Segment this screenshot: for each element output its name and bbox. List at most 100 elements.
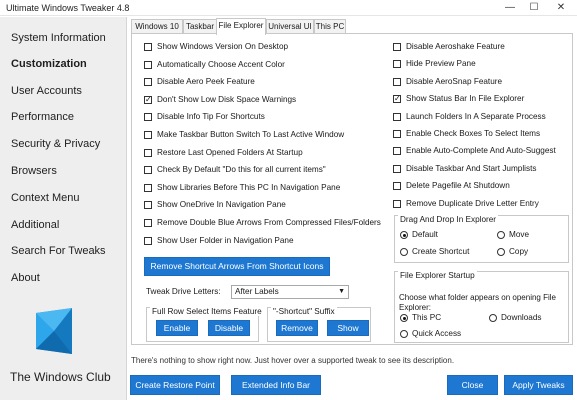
extended-info-bar-button[interactable]: Extended Info Bar (231, 375, 321, 395)
checkbox (144, 148, 152, 157)
remove-shortcut-arrows-button[interactable]: Remove Shortcut Arrows From Shortcut Ico… (144, 257, 330, 276)
checkbox (393, 164, 401, 173)
radio-label: Move (509, 230, 530, 239)
title-bar: Ultimate Windows Tweaker 4.8 — ☐ ✕ (0, 0, 577, 16)
radio-button (400, 248, 408, 256)
apply-tweaks-button[interactable]: Apply Tweaks (504, 375, 573, 395)
drag-drop-group-title: Drag And Drop In Explorer (398, 215, 499, 224)
checkbox (144, 95, 152, 105)
chevron-down-icon: ▼ (338, 288, 345, 295)
create-restore-point-button[interactable]: Create Restore Point (130, 375, 220, 395)
checkbox (393, 182, 401, 191)
radio-button (400, 330, 408, 338)
checkbox-label: Remove Duplicate Drive Letter Entry (406, 198, 539, 208)
checkbox (144, 219, 152, 227)
tab-file-explorer[interactable]: File Explorer (216, 18, 266, 35)
startup-description: Choose what folder appears on opening Fi… (399, 293, 556, 312)
sidebar-item-about[interactable]: About (11, 272, 40, 284)
minimize-button[interactable]: — (499, 0, 521, 16)
suffix-show-button[interactable]: Show (327, 320, 369, 336)
checkbox-label: Disable Taskbar And Start Jumplists (406, 163, 537, 173)
checkbox (144, 60, 152, 69)
checkbox (393, 94, 401, 104)
radio-label: Downloads (501, 313, 542, 322)
checkbox (144, 236, 152, 245)
suffix-remove-button[interactable]: Remove (276, 320, 318, 336)
checkbox-label: Disable Aero Peek Feature (157, 77, 255, 87)
checkbox (144, 43, 152, 51)
sidebar-item-performance[interactable]: Performance (11, 111, 74, 123)
drive-letters-select[interactable]: After Labels ▼ (231, 285, 349, 299)
radio-button (400, 231, 408, 239)
radio-label: Quick Access (412, 329, 462, 338)
checkbox (144, 183, 152, 192)
radio-label: Copy (509, 247, 529, 256)
checkbox-label: Show User Folder in Navigation Pane (157, 235, 294, 245)
checkbox-label: Delete Pagefile At Shutdown (406, 181, 510, 191)
checkbox-label: Launch Folders In A Separate Process (406, 111, 546, 121)
window-title: Ultimate Windows Tweaker 4.8 (6, 3, 130, 13)
radio-button (497, 231, 505, 239)
sidebar-item-security-privacy[interactable]: Security & Privacy (11, 138, 100, 150)
checkbox-label: Disable AeroSnap Feature (406, 76, 503, 86)
shortcut-suffix-group-title: "-Shortcut" Suffix (271, 307, 337, 316)
sidebar-item-user-accounts[interactable]: User Accounts (11, 85, 82, 97)
sidebar-item-browsers[interactable]: Browsers (11, 165, 57, 177)
radio-button (489, 314, 497, 322)
checkbox (393, 77, 401, 86)
checkbox (144, 166, 152, 175)
full-row-enable-button[interactable]: Enable (156, 320, 198, 336)
sidebar-item-system-information[interactable]: System Information (11, 32, 106, 44)
checkbox (144, 131, 152, 139)
info-bar-text: There's nothing to show right now. Just … (131, 356, 455, 365)
drive-letters-value: After Labels (235, 287, 279, 296)
radio-label: This PC (412, 313, 442, 322)
close-button[interactable]: Close (447, 375, 498, 395)
tab-universal-ui[interactable]: Universal UI (266, 19, 314, 34)
brand-name: The Windows Club (10, 370, 111, 384)
checkbox-label: Show OneDrive In Navigation Pane (157, 200, 286, 210)
checkbox-label: Show Windows Version On Desktop (157, 42, 289, 51)
tab-windows-10[interactable]: Windows 10 (131, 19, 183, 34)
checkbox (393, 60, 401, 69)
sidebar: System Information Customization User Ac… (0, 17, 127, 400)
radio-label: Create Shortcut (412, 247, 470, 256)
checkbox-label: Automatically Choose Accent Color (157, 59, 285, 69)
tab-taskbar[interactable]: Taskbar (183, 19, 217, 34)
radio-label: Default (412, 230, 438, 239)
checkbox (144, 201, 152, 210)
full-row-disable-button[interactable]: Disable (208, 320, 250, 336)
checkbox-label: Show Status Bar In File Explorer (406, 94, 525, 104)
sidebar-item-customization[interactable]: Customization (11, 58, 87, 70)
checkbox (393, 112, 401, 121)
checkbox-label: Show Libraries Before This PC In Navigat… (157, 182, 341, 192)
windows-logo-icon (36, 308, 72, 354)
checkbox-label: Hide Preview Pane (406, 59, 476, 69)
maximize-button[interactable]: ☐ (523, 0, 545, 16)
close-window-button[interactable]: ✕ (550, 0, 572, 16)
checkbox (393, 199, 401, 208)
radio-button (497, 248, 505, 256)
explorer-startup-group-title: File Explorer Startup (398, 271, 477, 280)
checkbox-label: Enable Check Boxes To Select Items (406, 129, 541, 138)
checkbox-label: Disable Aeroshake Feature (406, 42, 505, 51)
tab-this-pc[interactable]: This PC (314, 19, 346, 34)
checkbox-label: Restore Last Opened Folders At Startup (157, 147, 303, 157)
sidebar-item-search-for-tweaks[interactable]: Search For Tweaks (11, 245, 106, 257)
checkbox-label: Enable Auto-Complete And Auto-Suggest (406, 146, 556, 156)
checkbox (393, 43, 401, 51)
checkbox (144, 113, 152, 122)
full-row-group-title: Full Row Select Items Feature (150, 307, 264, 316)
sidebar-item-context-menu[interactable]: Context Menu (11, 192, 79, 204)
checkbox (393, 130, 401, 138)
checkbox (144, 78, 152, 87)
drive-letters-label: Tweak Drive Letters: (146, 287, 221, 296)
sidebar-item-additional[interactable]: Additional (11, 219, 59, 231)
radio-button (400, 314, 408, 322)
checkbox-label: Don't Show Low Disk Space Warnings (157, 94, 297, 104)
checkbox (393, 147, 401, 156)
checkbox-label: Remove Double Blue Arrows From Compresse… (157, 218, 381, 227)
checkbox-label: Make Taskbar Button Switch To Last Activ… (157, 130, 345, 139)
checkbox-label: Disable Info Tip For Shortcuts (157, 112, 265, 122)
checkbox-label: Check By Default "Do this for all curren… (157, 165, 326, 175)
